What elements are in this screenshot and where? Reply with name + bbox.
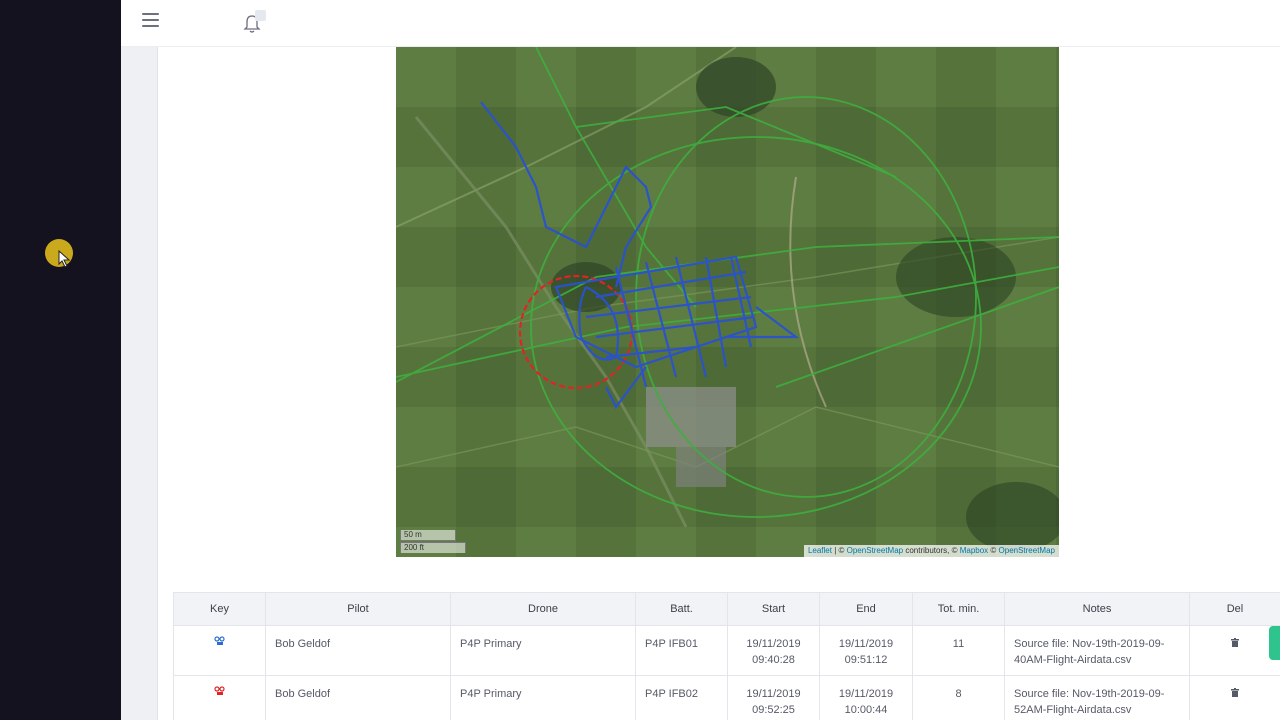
delete-cell (1189, 675, 1280, 720)
header-total-min[interactable]: Tot. min. (912, 592, 1005, 626)
notes-cell: Source file: Nov-19th-2019-09- 40AM-Fligh… (1004, 625, 1190, 676)
key-cell (173, 675, 266, 720)
notes-line-2: 52AM-Flight-Airdata.csv (1014, 704, 1132, 716)
end-time: 10:00:44 (844, 704, 888, 716)
sidebar (0, 0, 121, 720)
drone-key-icon (214, 636, 225, 645)
content-gutter (121, 47, 158, 720)
scale-imperial: 200 ft (400, 542, 466, 553)
header-notes[interactable]: Notes (1004, 592, 1190, 626)
header-delete[interactable]: Del (1189, 592, 1280, 626)
drone-cell: P4P Primary (450, 625, 636, 676)
trash-icon[interactable] (1231, 688, 1239, 697)
start-cell: 19/11/2019 09:52:25 (727, 675, 820, 720)
side-panel-tab[interactable] (1269, 626, 1280, 660)
notes-cell: Source file: Nov-19th-2019-09- 52AM-Fligh… (1004, 675, 1190, 720)
start-date: 19/11/2019 (746, 688, 801, 700)
drone-key-icon (214, 686, 225, 695)
attr-sep2: © (988, 546, 999, 555)
header-start[interactable]: Start (727, 592, 820, 626)
satellite-imagery (396, 47, 1059, 557)
mapbox-link[interactable]: Mapbox (960, 546, 988, 555)
start-time: 09:52:25 (752, 704, 795, 716)
header-end[interactable]: End (819, 592, 913, 626)
start-date: 19/11/2019 (746, 638, 801, 650)
end-cell: 19/11/2019 09:51:12 (819, 625, 913, 676)
table-row: Bob Geldof P4P Primary P4P IFB01 19/11/2… (173, 625, 1280, 676)
map-attribution: Leaflet | © OpenStreetMap contributors, … (803, 545, 1059, 557)
osm-link[interactable]: OpenStreetMap (847, 546, 903, 555)
header-pilot[interactable]: Pilot (265, 592, 451, 626)
scale-metric: 50 m (400, 530, 456, 541)
notes-line-1: Source file: Nov-19th-2019-09- (1014, 638, 1165, 650)
attr-sep1: | © (831, 546, 847, 555)
header-battery[interactable]: Batt. (635, 592, 728, 626)
map-scale: 50 m 200 ft (400, 529, 466, 553)
mouse-pointer-icon (58, 250, 71, 268)
table-header-row: Key Pilot Drone Batt. Start End Tot. min… (173, 592, 1280, 626)
pilot-cell: Bob Geldof (265, 625, 451, 676)
drone-cell: P4P Primary (450, 675, 636, 720)
pilot-cell: Bob Geldof (265, 675, 451, 720)
start-time: 09:40:28 (752, 654, 795, 666)
table-row: Bob Geldof P4P Primary P4P IFB02 19/11/2… (173, 675, 1280, 720)
leaflet-link[interactable]: Leaflet (808, 546, 832, 555)
end-date: 19/11/2019 (838, 688, 894, 700)
key-cell (173, 625, 266, 676)
header-drone[interactable]: Drone (450, 592, 636, 626)
flights-table: Key Pilot Drone Batt. Start End Tot. min… (173, 592, 1280, 720)
attr-mid: contributors, © (903, 546, 960, 555)
battery-cell: P4P IFB01 (635, 625, 728, 676)
total-min-cell: 8 (912, 675, 1005, 720)
end-date: 19/11/2019 (838, 638, 894, 650)
total-min-cell: 11 (912, 625, 1005, 676)
end-time: 09:51:12 (844, 654, 888, 666)
trash-icon[interactable] (1231, 638, 1239, 647)
top-bar (121, 0, 1280, 47)
delete-cell (1189, 625, 1280, 676)
hamburger-icon[interactable] (142, 13, 159, 29)
flight-map[interactable]: 50 m 200 ft Leaflet | © OpenStreetMap co… (396, 47, 1059, 557)
start-cell: 19/11/2019 09:40:28 (727, 625, 820, 676)
header-key[interactable]: Key (173, 592, 266, 626)
notification-badge (255, 10, 266, 21)
gutter-divider (157, 47, 158, 720)
battery-cell: P4P IFB02 (635, 675, 728, 720)
notes-line-1: Source file: Nov-19th-2019-09- (1014, 688, 1165, 700)
notes-line-2: 40AM-Flight-Airdata.csv (1014, 654, 1132, 666)
osm-link-2[interactable]: OpenStreetMap (999, 546, 1055, 555)
end-cell: 19/11/2019 10:00:44 (819, 675, 913, 720)
